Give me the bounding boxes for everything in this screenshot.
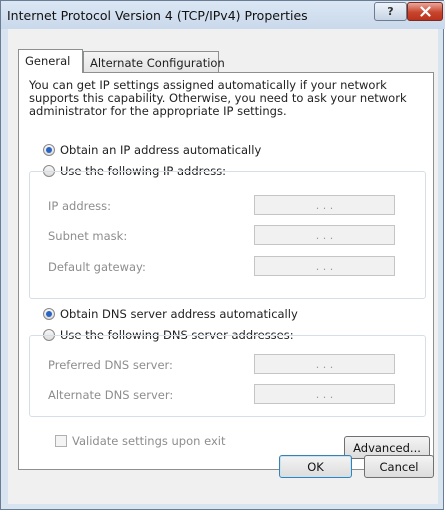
cancel-button-label: Cancel bbox=[379, 459, 419, 474]
subnet-mask-value: . . . bbox=[315, 228, 334, 242]
default-gateway-input[interactable]: . . . bbox=[254, 256, 395, 276]
ip-address-label: IP address: bbox=[48, 199, 112, 213]
alternate-dns-input[interactable]: . . . bbox=[254, 384, 395, 404]
subnet-mask-label: Subnet mask: bbox=[48, 229, 128, 243]
close-button[interactable] bbox=[407, 2, 443, 21]
preferred-dns-label: Preferred DNS server: bbox=[48, 358, 173, 372]
ip-auto-radio[interactable] bbox=[43, 144, 55, 156]
dns-server-group: Preferred DNS server: . . . Alternate DN… bbox=[29, 335, 426, 417]
close-icon bbox=[419, 6, 431, 17]
default-gateway-label: Default gateway: bbox=[48, 260, 146, 274]
help-button[interactable]: ? bbox=[374, 2, 407, 21]
tab-alternate-configuration-label: Alternate Configuration bbox=[90, 56, 225, 70]
dns-auto-label: Obtain DNS server address automatically bbox=[60, 307, 298, 321]
subnet-mask-input[interactable]: . . . bbox=[254, 225, 395, 245]
ip-address-group: IP address: . . . Subnet mask: . . . Def… bbox=[29, 171, 426, 299]
tab-general-label: General bbox=[25, 54, 71, 68]
cancel-button[interactable]: Cancel bbox=[364, 455, 434, 478]
default-gateway-value: . . . bbox=[315, 259, 334, 273]
ip-auto-radio-row[interactable]: Obtain an IP address automatically bbox=[43, 143, 261, 157]
validate-settings-row[interactable]: Validate settings upon exit bbox=[55, 434, 225, 448]
preferred-dns-value: . . . bbox=[315, 357, 334, 371]
title-bar[interactable]: Internet Protocol Version 4 (TCP/IPv4) P… bbox=[1, 1, 445, 29]
dns-auto-radio[interactable] bbox=[43, 308, 55, 320]
dns-auto-radio-row[interactable]: Obtain DNS server address automatically bbox=[43, 307, 298, 321]
window-title: Internet Protocol Version 4 (TCP/IPv4) P… bbox=[7, 8, 308, 23]
alternate-dns-label: Alternate DNS server: bbox=[48, 388, 174, 402]
dialog-window: Internet Protocol Version 4 (TCP/IPv4) P… bbox=[0, 0, 445, 510]
tab-general[interactable]: General bbox=[18, 49, 83, 73]
help-icon: ? bbox=[387, 5, 394, 18]
ip-auto-label: Obtain an IP address automatically bbox=[60, 143, 262, 157]
ok-button-label: OK bbox=[307, 459, 324, 474]
tab-alternate-configuration[interactable]: Alternate Configuration bbox=[83, 51, 225, 73]
advanced-button-label: Advanced... bbox=[353, 440, 421, 455]
description-text: You can get IP settings assigned automat… bbox=[29, 78, 407, 118]
preferred-dns-input[interactable]: . . . bbox=[254, 354, 395, 374]
ip-address-input[interactable]: . . . bbox=[254, 195, 395, 215]
validate-settings-checkbox[interactable] bbox=[55, 435, 67, 447]
general-tab-panel: You can get IP settings assigned automat… bbox=[18, 72, 434, 470]
ip-address-value: . . . bbox=[315, 198, 334, 212]
ok-button[interactable]: OK bbox=[279, 455, 352, 478]
alternate-dns-value: . . . bbox=[315, 387, 334, 401]
validate-settings-label: Validate settings upon exit bbox=[72, 434, 226, 448]
dialog-body: General Alternate Configuration You can … bbox=[8, 29, 438, 504]
